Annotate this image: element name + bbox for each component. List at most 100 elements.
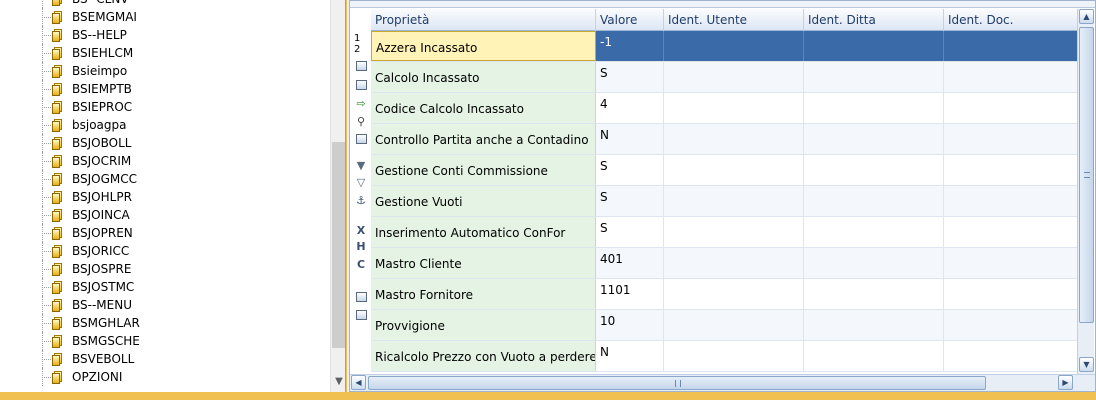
grid-horizontal-thumb[interactable] bbox=[368, 376, 986, 390]
user-id-cell[interactable] bbox=[664, 31, 804, 61]
user-id-cell[interactable] bbox=[664, 62, 804, 92]
user-id-cell[interactable] bbox=[664, 93, 804, 123]
user-id-cell[interactable] bbox=[664, 217, 804, 247]
company-id-cell[interactable] bbox=[804, 279, 944, 309]
doc-id-cell[interactable] bbox=[944, 310, 1077, 340]
tree-item[interactable]: BSMGSCHE bbox=[0, 332, 330, 350]
company-id-cell[interactable] bbox=[804, 186, 944, 216]
user-id-cell[interactable] bbox=[664, 279, 804, 309]
scroll-down-icon[interactable]: ▼ bbox=[1079, 357, 1094, 372]
tree-item[interactable]: BSIEMPTB bbox=[0, 80, 330, 98]
property-cell[interactable]: Gestione Vuoti bbox=[371, 186, 596, 216]
tree-item[interactable]: BSJOBOLL bbox=[0, 134, 330, 152]
anchor-icon[interactable]: ⚓ bbox=[354, 194, 368, 207]
monitor-icon[interactable] bbox=[354, 290, 368, 303]
user-id-cell[interactable] bbox=[664, 186, 804, 216]
tree-item[interactable]: BS--CLNV bbox=[0, 0, 330, 8]
doc-id-cell[interactable] bbox=[944, 186, 1077, 216]
property-cell[interactable]: Gestione Conti Commissione bbox=[371, 155, 596, 185]
company-id-cell[interactable] bbox=[804, 217, 944, 247]
user-id-cell[interactable] bbox=[664, 310, 804, 340]
property-cell[interactable]: Controllo Partita anche a Contadino bbox=[371, 124, 596, 154]
tree-item[interactable]: BSJOCRIM bbox=[0, 152, 330, 170]
company-id-cell[interactable] bbox=[804, 62, 944, 92]
grid-row[interactable]: Azzera Incassato -1 bbox=[371, 31, 1077, 62]
search-icon[interactable]: ⚲ bbox=[354, 115, 368, 128]
property-cell[interactable]: Mastro Fornitore bbox=[371, 279, 596, 309]
tree-item[interactable]: bsjoagpa bbox=[0, 116, 330, 134]
company-id-cell[interactable] bbox=[804, 31, 944, 61]
filter-icon[interactable]: ▼ bbox=[354, 159, 368, 172]
tree-scroll-thumb[interactable] bbox=[332, 142, 345, 348]
user-id-cell[interactable] bbox=[664, 155, 804, 185]
grid-row[interactable]: Controllo Partita anche a Contadino N bbox=[371, 124, 1077, 155]
grid-row[interactable]: Gestione Vuoti S bbox=[371, 186, 1077, 217]
value-cell[interactable]: S bbox=[596, 155, 664, 185]
tree-item[interactable]: BSJOSTMC bbox=[0, 278, 330, 296]
tree-item[interactable]: OPZIONI bbox=[0, 368, 330, 386]
export-icon[interactable]: ⇨ bbox=[354, 97, 368, 110]
user-id-cell[interactable] bbox=[664, 124, 804, 154]
value-cell[interactable]: N bbox=[596, 124, 664, 154]
property-cell[interactable]: Provvigione bbox=[371, 310, 596, 340]
tree-item[interactable]: Bsieimpo bbox=[0, 62, 330, 80]
tree-item[interactable]: BSJOSPRE bbox=[0, 260, 330, 278]
value-cell[interactable]: -1 bbox=[596, 31, 664, 61]
doc-id-cell[interactable] bbox=[944, 31, 1077, 61]
delete-column-icon[interactable]: X bbox=[354, 224, 368, 237]
grid-row[interactable]: Provvigione 10 bbox=[371, 310, 1077, 341]
company-id-cell[interactable] bbox=[804, 155, 944, 185]
doc-id-cell[interactable] bbox=[944, 62, 1077, 92]
tree-item[interactable]: BSJOINCA bbox=[0, 206, 330, 224]
tree-item[interactable]: BSMGHLAR bbox=[0, 314, 330, 332]
tree-item[interactable]: BSIEPROC bbox=[0, 98, 330, 116]
column-header-property[interactable]: Proprietà bbox=[371, 9, 596, 31]
company-id-cell[interactable] bbox=[804, 93, 944, 123]
company-id-cell[interactable] bbox=[804, 248, 944, 278]
tree-item[interactable]: BSVEBOLL bbox=[0, 350, 330, 368]
doc-id-cell[interactable] bbox=[944, 93, 1077, 123]
property-cell[interactable]: Ricalcolo Prezzo con Vuoto a perdere bbox=[371, 341, 596, 371]
column-header-doc-id[interactable]: Ident. Doc. bbox=[944, 9, 1077, 31]
tree-vertical-scrollbar[interactable]: ▼ bbox=[330, 0, 345, 392]
grid-icon[interactable] bbox=[354, 132, 368, 145]
tree-item[interactable]: BSJOGMCC bbox=[0, 170, 330, 188]
grid-vertical-thumb[interactable] bbox=[1079, 27, 1094, 323]
grid-row[interactable]: Codice Calcolo Incassato 4 bbox=[371, 93, 1077, 124]
property-cell[interactable]: Mastro Cliente bbox=[371, 248, 596, 278]
value-cell[interactable]: 10 bbox=[596, 310, 664, 340]
scroll-left-icon[interactable]: ◀ bbox=[351, 375, 366, 390]
user-id-cell[interactable] bbox=[664, 248, 804, 278]
property-cell[interactable]: Azzera Incassato bbox=[371, 31, 596, 61]
column-chooser-icon[interactable] bbox=[354, 59, 368, 72]
list-icon[interactable] bbox=[354, 78, 368, 91]
value-cell[interactable]: 4 bbox=[596, 93, 664, 123]
grid-row[interactable]: Gestione Conti Commissione S bbox=[371, 155, 1077, 186]
grid-row[interactable]: Mastro Cliente 401 bbox=[371, 248, 1077, 279]
value-cell[interactable]: N bbox=[596, 341, 664, 371]
doc-id-cell[interactable] bbox=[944, 248, 1077, 278]
doc-id-cell[interactable] bbox=[944, 217, 1077, 247]
grid-vertical-scrollbar[interactable]: ▲ ▼ bbox=[1077, 9, 1094, 375]
tree-item[interactable]: BSJOPREN bbox=[0, 224, 330, 242]
doc-id-cell[interactable] bbox=[944, 279, 1077, 309]
column-header-value[interactable]: Valore bbox=[596, 9, 664, 31]
grid-row[interactable]: Ricalcolo Prezzo con Vuoto a perdere N bbox=[371, 341, 1077, 372]
doc-id-cell[interactable] bbox=[944, 155, 1077, 185]
tree-item[interactable]: BSJORICC bbox=[0, 242, 330, 260]
tree-item[interactable]: BS--HELP bbox=[0, 26, 330, 44]
value-cell[interactable]: 401 bbox=[596, 248, 664, 278]
grid-row[interactable]: Mastro Fornitore 1101 bbox=[371, 279, 1077, 310]
property-cell[interactable]: Codice Calcolo Incassato bbox=[371, 93, 596, 123]
tree-item[interactable]: BSIEHLCM bbox=[0, 44, 330, 62]
grid-horizontal-scrollbar[interactable]: ◀ ▶ bbox=[350, 374, 1095, 391]
scroll-right-icon[interactable]: ▶ bbox=[1058, 375, 1073, 390]
value-cell[interactable]: S bbox=[596, 62, 664, 92]
hide-column-icon[interactable]: H bbox=[354, 240, 368, 253]
company-id-cell[interactable] bbox=[804, 341, 944, 371]
print-icon[interactable] bbox=[354, 308, 368, 321]
column-header-company-id[interactable]: Ident. Ditta bbox=[804, 9, 944, 31]
tree-item[interactable]: BS--MENU bbox=[0, 296, 330, 314]
doc-id-cell[interactable] bbox=[944, 341, 1077, 371]
company-id-cell[interactable] bbox=[804, 310, 944, 340]
